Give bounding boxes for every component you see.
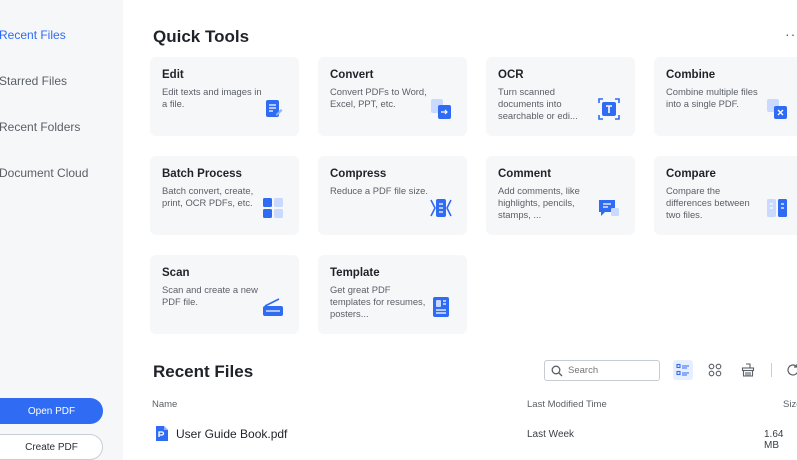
tool-card-desc: Add comments, like highlights, pencils, … bbox=[498, 185, 580, 220]
clear-list-button[interactable] bbox=[738, 360, 758, 380]
template-icon bbox=[433, 297, 449, 317]
column-header-size[interactable]: Size bbox=[783, 399, 797, 410]
tool-card-desc: Convert PDFs to Word, Excel, PPT, etc. bbox=[330, 86, 427, 109]
search-input[interactable] bbox=[568, 365, 658, 376]
tool-card-title: Template bbox=[330, 267, 380, 279]
grid-view-icon bbox=[708, 363, 722, 377]
open-pdf-button[interactable]: Open PDF bbox=[0, 398, 103, 424]
tool-card-ocr[interactable]: OCR Turn scanned documents into searchab… bbox=[486, 57, 635, 136]
tool-card-compress[interactable]: Compress Reduce a PDF file size. bbox=[318, 156, 467, 235]
tool-card-title: Edit bbox=[162, 69, 184, 81]
list-view-icon bbox=[676, 363, 689, 376]
tool-card-title: Scan bbox=[162, 267, 190, 279]
sidebar-item-recent-folders[interactable]: Recent Folders bbox=[0, 120, 80, 134]
compare-icon bbox=[767, 199, 787, 217]
refresh-icon bbox=[787, 364, 797, 376]
create-pdf-label: Create PDF bbox=[25, 441, 78, 453]
tool-card-desc: Edit texts and images in a file. bbox=[162, 86, 262, 109]
tool-card-scan[interactable]: Scan Scan and create a new PDF file. bbox=[150, 255, 299, 334]
tool-card-title: Convert bbox=[330, 69, 374, 81]
edit-icon bbox=[266, 100, 283, 117]
tool-card-title: Compress bbox=[330, 168, 387, 180]
pdf-file-icon bbox=[156, 426, 168, 441]
convert-icon bbox=[431, 99, 451, 119]
file-size: 1.64 MB bbox=[764, 429, 784, 451]
combine-icon bbox=[767, 99, 787, 119]
recent-files-title: Recent Files bbox=[153, 362, 254, 381]
scan-icon bbox=[263, 298, 283, 316]
batch-icon bbox=[263, 198, 283, 218]
tool-card-desc: Turn scanned documents into searchable o… bbox=[498, 86, 578, 121]
tool-card-title: Compare bbox=[666, 168, 716, 180]
quick-tools-title: Quick Tools bbox=[153, 27, 250, 46]
tool-card-title: Batch Process bbox=[162, 168, 242, 180]
tool-card-compare[interactable]: Compare Compare the differences between … bbox=[654, 156, 797, 235]
sidebar: Recent Files Starred Files Recent Folder… bbox=[0, 0, 123, 460]
tool-card-desc: Get great PDF templates for resumes, pos… bbox=[330, 284, 426, 319]
tool-card-comment[interactable]: Comment Add comments, like highlights, p… bbox=[486, 156, 635, 235]
list-view-button[interactable] bbox=[673, 360, 693, 380]
column-header-modified[interactable]: Last Modified Time bbox=[527, 399, 607, 410]
broom-icon bbox=[741, 363, 755, 377]
open-pdf-label: Open PDF bbox=[27, 405, 76, 417]
tool-card-combine[interactable]: Combine Combine multiple files into a si… bbox=[654, 57, 797, 136]
comment-icon bbox=[599, 200, 619, 216]
compress-icon bbox=[430, 199, 452, 217]
search-icon bbox=[551, 365, 563, 376]
tool-card-desc: Scan and create a new PDF file. bbox=[162, 284, 258, 307]
search-box[interactable] bbox=[544, 360, 660, 381]
tool-card-desc: Batch convert, create, print, OCR PDFs, … bbox=[162, 185, 254, 208]
tool-card-batch-process[interactable]: Batch Process Batch convert, create, pri… bbox=[150, 156, 299, 235]
sidebar-item-recent-files[interactable]: Recent Files bbox=[0, 28, 66, 42]
sidebar-item-document-cloud[interactable]: Document Cloud bbox=[0, 166, 88, 180]
toolbar-divider bbox=[771, 363, 772, 377]
more-options-icon[interactable]: ··· bbox=[785, 26, 797, 42]
tool-card-template[interactable]: Template Get great PDF templates for res… bbox=[318, 255, 467, 334]
tool-card-edit[interactable]: Edit Edit texts and images in a file. bbox=[150, 57, 299, 136]
tool-card-title: Comment bbox=[498, 168, 552, 180]
file-modified: Last Week bbox=[527, 429, 575, 440]
tool-card-title: OCR bbox=[498, 69, 524, 81]
sidebar-item-starred-files[interactable]: Starred Files bbox=[0, 74, 67, 88]
tool-card-title: Combine bbox=[666, 69, 716, 81]
create-pdf-button[interactable]: Create PDF bbox=[0, 434, 103, 460]
file-name: User Guide Book.pdf bbox=[176, 427, 288, 441]
refresh-button[interactable] bbox=[783, 360, 797, 380]
tool-card-desc: Reduce a PDF file size. bbox=[330, 185, 428, 196]
tool-card-desc: Compare the differences between two file… bbox=[666, 185, 750, 220]
ocr-icon bbox=[598, 98, 620, 120]
tool-card-desc: Combine multiple files into a single PDF… bbox=[666, 86, 758, 109]
column-header-name[interactable]: Name bbox=[152, 399, 177, 410]
tool-card-convert[interactable]: Convert Convert PDFs to Word, Excel, PPT… bbox=[318, 57, 467, 136]
grid-view-button[interactable] bbox=[705, 360, 725, 380]
